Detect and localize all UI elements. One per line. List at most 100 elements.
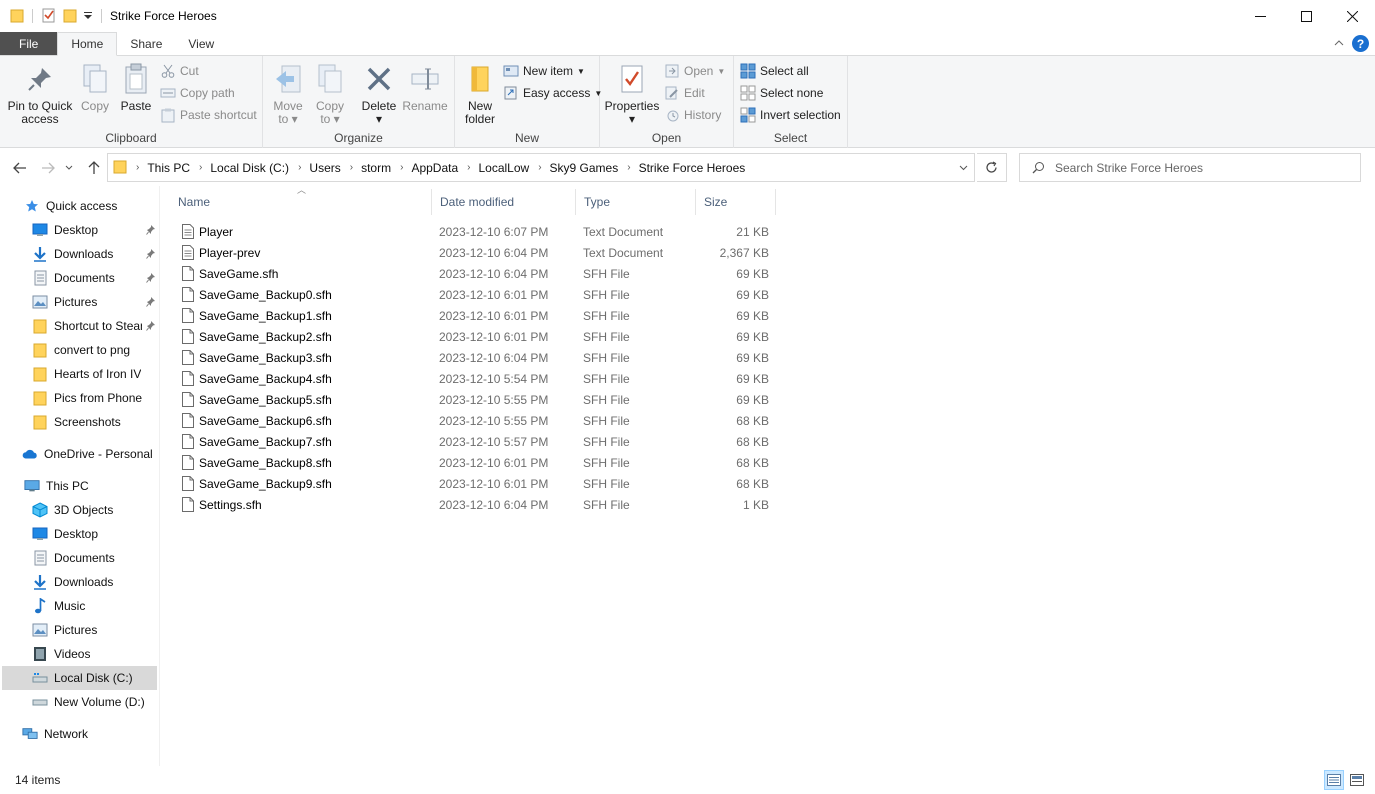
breadcrumb-item[interactable]: Strike Force Heroes [639,161,746,175]
file-row[interactable]: Player 2023-12-10 6:07 PM Text Document 21 … [176,221,776,242]
file-row[interactable]: SaveGame_Backup3.sfh 2023-12-10 6:04 PM SF… [176,347,776,368]
nav-quick-item[interactable]: Pictures [2,290,157,314]
nav-quick-item[interactable]: Pics from Phone [2,386,157,410]
edit-button[interactable]: Edit [664,83,705,103]
refresh-button[interactable] [977,153,1007,182]
copy-path-button[interactable]: Copy path [160,83,235,103]
column-header-size[interactable]: Size [696,189,776,215]
file-row[interactable]: SaveGame_Backup8.sfh 2023-12-10 6:01 PM SF… [176,452,776,473]
nav-pc-item[interactable]: Pictures [2,618,157,642]
forward-button[interactable] [38,158,58,178]
ribbon: Pin to Quick access Copy Paste Cut Copy … [0,56,1375,148]
tab-file[interactable]: File [0,32,58,55]
nav-pc-item[interactable]: New Volume (D:) [2,690,157,714]
maximize-button[interactable] [1283,0,1329,32]
breadcrumb-item[interactable]: Local Disk (C:) [210,161,289,175]
nav-quick-item[interactable]: Hearts of Iron IV [2,362,157,386]
file-row[interactable]: Player-prev 2023-12-10 6:04 PM Text Docume… [176,242,776,263]
breadcrumb-separator-icon[interactable]: › [199,162,202,173]
address-bar[interactable]: › This PC › Local Disk (C:) › Users › storm › App… [107,153,975,182]
nav-pc-item[interactable]: Desktop [2,522,157,546]
nav-quick-item[interactable]: Shortcut to Steam [2,314,157,338]
breadcrumb-item[interactable]: AppData [411,161,458,175]
breadcrumb-separator-icon[interactable]: › [350,162,353,173]
up-button[interactable] [84,158,104,178]
recent-locations-button[interactable] [62,158,76,178]
address-history-button[interactable] [952,154,974,181]
cut-button[interactable]: Cut [160,61,199,81]
delete-button[interactable]: Delete ▾ [361,61,397,126]
breadcrumb-separator-icon[interactable]: › [400,162,403,173]
file-row[interactable]: SaveGame_Backup5.sfh 2023-12-10 5:55 PM SF… [176,389,776,410]
history-button[interactable]: History [664,105,721,125]
nav-quick-item[interactable]: Documents [2,266,157,290]
nav-quick-item[interactable]: Downloads [2,242,157,266]
pin-to-quick-access-button[interactable]: Pin to Quick access [6,61,74,126]
tab-share[interactable]: Share [117,32,175,55]
customize-quick-access-icon[interactable] [83,9,93,23]
breadcrumb-separator-icon[interactable]: › [467,162,470,173]
breadcrumb-item[interactable]: LocalLow [478,161,529,175]
file-row[interactable]: Settings.sfh 2023-12-10 6:04 PM SFH File 1 … [176,494,776,515]
close-button[interactable] [1329,0,1375,32]
help-icon[interactable]: ? [1352,35,1369,52]
large-icons-view-button[interactable] [1347,770,1367,790]
minimize-button[interactable] [1237,0,1283,32]
copy-to-button[interactable]: Copy to ▾ [313,61,347,126]
details-view-button[interactable] [1324,770,1344,790]
nav-network[interactable]: Network [2,722,157,746]
nav-pc-item[interactable]: Videos [2,642,157,666]
nav-quick-item[interactable]: Desktop [2,218,157,242]
properties-button[interactable]: Properties ▾ [605,61,659,126]
select-none-button[interactable]: Select none [740,83,823,103]
search-box[interactable] [1019,153,1361,182]
column-header-date-modified[interactable]: Date modified [432,189,576,215]
file-row[interactable]: SaveGame_Backup7.sfh 2023-12-10 5:57 PM SF… [176,431,776,452]
file-row[interactable]: SaveGame_Backup2.sfh 2023-12-10 6:01 PM SF… [176,326,776,347]
nav-pc-item[interactable]: Documents [2,546,157,570]
tab-home[interactable]: Home [57,32,118,56]
file-row[interactable]: SaveGame_Backup6.sfh 2023-12-10 5:55 PM SF… [176,410,776,431]
nav-onedrive[interactable]: OneDrive - Personal [2,442,157,466]
nav-pc-item[interactable]: Local Disk (C:) [2,666,157,690]
column-header-type[interactable]: Type [576,189,696,215]
file-row[interactable]: SaveGame_Backup4.sfh 2023-12-10 5:54 PM SF… [176,368,776,389]
nav-quick-item[interactable]: Screenshots [2,410,157,434]
collapse-ribbon-icon[interactable] [1334,37,1344,51]
breadcrumb-separator-icon[interactable]: › [538,162,541,173]
select-all-button[interactable]: Select all [740,61,809,81]
invert-selection-button[interactable]: Invert selection [740,105,841,125]
properties-icon[interactable] [41,7,57,26]
column-header-name[interactable]: Name ︿ [170,185,432,215]
file-row[interactable]: SaveGame_Backup1.sfh 2023-12-10 6:01 PM SF… [176,305,776,326]
move-to-button[interactable]: Move to ▾ [271,61,305,126]
easy-access-button[interactable]: Easy access ▼ [503,83,602,103]
new-folder-icon[interactable] [63,7,77,26]
breadcrumb-separator-icon[interactable]: › [136,162,139,173]
nav-pc-item[interactable]: Music [2,594,157,618]
breadcrumb-separator-icon[interactable]: › [298,162,301,173]
new-folder-button[interactable]: New folder [462,61,498,126]
nav-quick-item[interactable]: convert to png [2,338,157,362]
breadcrumb-item[interactable]: This PC [147,161,190,175]
nav-pc-item[interactable]: 3D Objects [2,498,157,522]
paste-shortcut-button[interactable]: Paste shortcut [160,105,257,125]
back-button[interactable] [10,158,30,178]
tab-view[interactable]: View [175,32,227,55]
breadcrumb-item[interactable]: Users [309,161,340,175]
file-row[interactable]: SaveGame.sfh 2023-12-10 6:04 PM SFH File 69… [176,263,776,284]
paste-button[interactable]: Paste [118,61,154,113]
rename-button[interactable]: Rename [402,61,448,113]
nav-quick-access[interactable]: Quick access [2,194,157,218]
breadcrumb-item[interactable]: storm [361,161,391,175]
nav-this-pc[interactable]: This PC [2,474,157,498]
file-row[interactable]: SaveGame_Backup0.sfh 2023-12-10 6:01 PM SF… [176,284,776,305]
open-button[interactable]: Open ▼ [664,61,725,81]
breadcrumb-item[interactable]: Sky9 Games [550,161,619,175]
new-item-button[interactable]: New item ▼ [503,61,585,81]
nav-pc-item[interactable]: Downloads [2,570,157,594]
file-row[interactable]: SaveGame_Backup9.sfh 2023-12-10 6:01 PM SF… [176,473,776,494]
search-input[interactable] [1055,160,1345,175]
breadcrumb-separator-icon[interactable]: › [627,162,630,173]
copy-button[interactable]: Copy [78,61,112,113]
